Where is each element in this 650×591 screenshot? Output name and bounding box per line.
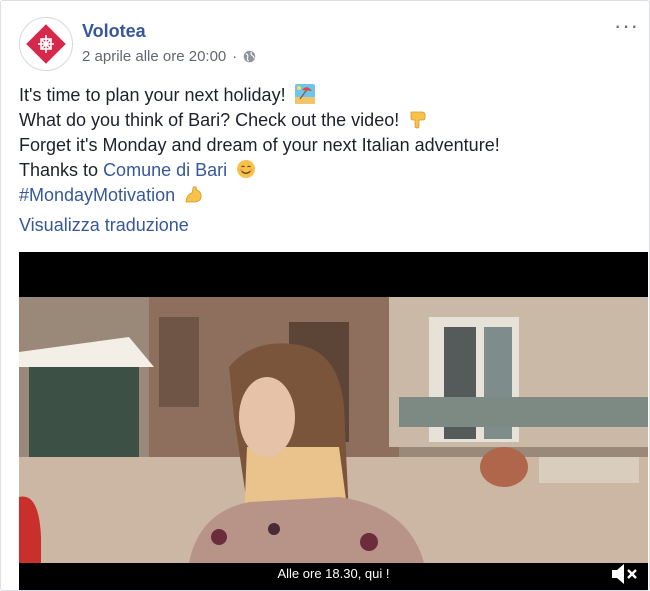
video-frame[interactable] — [19, 297, 648, 563]
post-meta: 2 aprile alle ore 20:00 · — [82, 48, 256, 65]
smile-emoji-icon — [237, 160, 256, 178]
post-line-1-text: It's time to plan your next holiday! — [19, 85, 286, 105]
post-timestamp[interactable]: 2 aprile alle ore 20:00 — [82, 48, 226, 65]
mute-icon[interactable] — [610, 562, 638, 586]
post-line-3: Forget it's Monday and dream of your nex… — [19, 135, 500, 155]
beach-emoji-icon — [294, 84, 315, 104]
post-line-4: Thanks to Comune di Bari — [19, 158, 639, 183]
hashtag-link[interactable]: #MondayMotivation — [19, 185, 175, 205]
see-translation-link[interactable]: Visualizza traduzione — [19, 215, 189, 236]
post-line-2-text: What do you think of Bari? Check out the… — [19, 110, 400, 130]
comune-di-bari-link[interactable]: Comune di Bari — [103, 160, 227, 180]
flex-emoji-icon — [185, 186, 202, 203]
point-down-emoji-icon — [410, 111, 426, 129]
page-name-link[interactable]: Volotea — [82, 21, 146, 42]
video-player[interactable]: Alle ore 18.30, qui ! — [19, 252, 648, 590]
post-message: It's time to plan your next holiday! Wha… — [19, 83, 639, 208]
post-line-2: What do you think of Bari? Check out the… — [19, 108, 639, 133]
page-avatar[interactable] — [19, 17, 73, 71]
post-line-5: #MondayMotivation — [19, 183, 639, 208]
post-line-1: It's time to plan your next holiday! — [19, 83, 639, 108]
post-card: Volotea 2 aprile alle ore 20:00 · ··· It… — [0, 0, 650, 591]
video-caption: Alle ore 18.30, qui ! — [277, 566, 390, 581]
logo-icon — [26, 24, 66, 64]
globe-icon[interactable] — [243, 50, 256, 63]
meta-separator: · — [232, 48, 238, 65]
thanks-prefix: Thanks to — [19, 160, 99, 180]
more-options-button[interactable]: ··· — [614, 15, 639, 37]
